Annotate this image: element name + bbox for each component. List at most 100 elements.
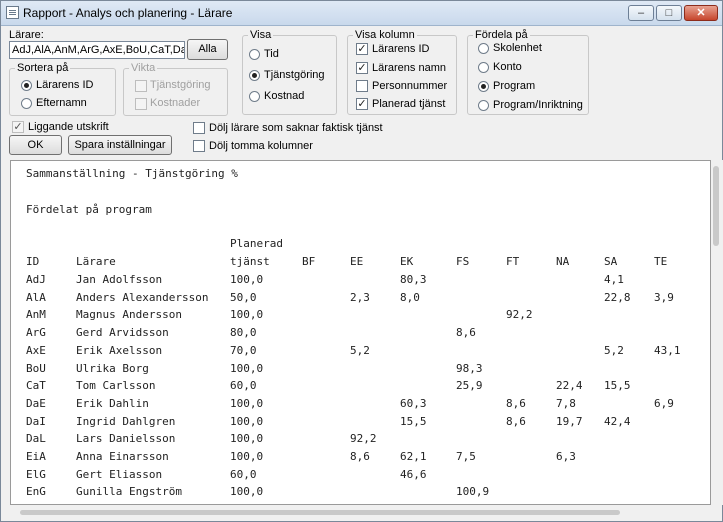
table-cell-ft: 8,6 xyxy=(506,396,526,410)
col-teacher-id-checkbox[interactable]: ✓ xyxy=(356,43,368,55)
minimize-button[interactable]: – xyxy=(628,5,654,21)
table-cell-fs: 7,5 xyxy=(456,450,476,463)
table-cell-id: DaE xyxy=(26,396,46,410)
table-cell-teacher: Gerd Arvidsson xyxy=(76,326,169,340)
window-title: Rapport - Analys och planering - Lärare xyxy=(23,6,233,20)
column-header-ft: FT xyxy=(506,255,520,268)
hide-teachers-checkbox[interactable] xyxy=(193,122,205,134)
table-cell-planned: 100,0 xyxy=(230,450,264,463)
show-service-radio[interactable] xyxy=(249,70,260,81)
distribute-program-track-radio[interactable] xyxy=(478,100,489,111)
table-cell-teacher: Erik Dahlin xyxy=(76,396,149,410)
table-cell-fs: 100,9 xyxy=(456,485,490,499)
landscape-label: Liggande utskrift xyxy=(28,121,109,133)
show-cost-radio[interactable] xyxy=(249,91,260,102)
column-header-fs: FS xyxy=(456,255,470,268)
table-cell-sa: 4,1 xyxy=(604,273,624,286)
table-cell-ft: 92,2 xyxy=(506,308,533,322)
table-cell-teacher: Gert Eliasson xyxy=(76,467,163,481)
report-view[interactable]: Sammanställning - Tjänstgöring % Fördela… xyxy=(10,160,711,505)
weight-group-title: Vikta xyxy=(129,62,158,74)
show-columns-group-title: Visa kolumn xyxy=(353,29,417,41)
table-cell-planned: 100,0 xyxy=(230,308,264,322)
table-cell-planned: 100,0 xyxy=(230,432,264,446)
table-cell-ee: 8,6 xyxy=(350,450,370,463)
col-teacher-name-checkbox[interactable]: ✓ xyxy=(356,62,368,74)
column-header-na: NA xyxy=(556,255,570,268)
column-header-te: TE xyxy=(654,255,668,268)
col-personal-number-label: Personnummer xyxy=(372,80,448,92)
table-cell-ee: 5,2 xyxy=(350,343,370,357)
table-cell-id: ArG xyxy=(26,326,46,340)
table-cell-teacher: Ingrid Dahlgren xyxy=(76,414,176,428)
table-cell-id: DaL xyxy=(26,432,46,446)
table-cell-id: AnM xyxy=(26,308,46,322)
report-title: Sammanställning - Tjänstgöring % xyxy=(26,167,238,180)
table-cell-teacher: Magnus Andersson xyxy=(76,308,182,322)
show-time-radio[interactable] xyxy=(249,49,260,60)
table-cell-fs: 98,3 xyxy=(456,361,483,375)
column-header-planned: tjänst xyxy=(230,255,270,268)
table-cell-ee: 2,3 xyxy=(350,290,370,304)
table-cell-fs: 25,9 xyxy=(456,379,483,393)
table-cell-teacher: Tom Carlsson xyxy=(76,379,156,393)
table-cell-planned: 100,0 xyxy=(230,485,264,499)
table-cell-id: AxE xyxy=(26,343,46,357)
larare-input[interactable]: AdJ,AlA,AnM,ArG,AxE,BoU,CaT,DaE,Da xyxy=(9,41,185,59)
sort-by-id-radio[interactable] xyxy=(21,80,32,91)
table-cell-id: DaI xyxy=(26,414,46,428)
close-button[interactable]: ✕ xyxy=(684,5,718,21)
show-time-label: Tid xyxy=(264,48,279,60)
vertical-scroll-thumb[interactable] xyxy=(713,166,719,246)
table-cell-na: 7,8 xyxy=(556,396,576,410)
horizontal-scrollbar[interactable] xyxy=(10,505,711,519)
col-personal-number-checkbox[interactable] xyxy=(356,80,368,92)
table-cell-teacher: Erik Axelsson xyxy=(76,343,163,357)
table-cell-sa: 42,4 xyxy=(604,414,631,428)
landscape-checkbox[interactable]: ✓ xyxy=(12,121,24,133)
larare-label: Lärare: xyxy=(9,29,44,41)
table-cell-ek: 62,1 xyxy=(400,450,427,463)
table-cell-planned: 80,0 xyxy=(230,326,257,340)
col-teacher-name-label: Lärarens namn xyxy=(372,62,446,74)
table-cell-teacher: Jan Adolfsson xyxy=(76,273,163,286)
col-planned-service-checkbox[interactable]: ✓ xyxy=(356,98,368,110)
weight-costs-checkbox[interactable] xyxy=(135,98,147,110)
title-bar[interactable]: Rapport - Analys och planering - Lärare … xyxy=(1,1,722,26)
table-cell-teacher: Ulrika Borg xyxy=(76,361,149,375)
distribute-account-radio[interactable] xyxy=(478,62,489,73)
column-header-teacher: Lärare xyxy=(76,255,116,268)
vertical-scrollbar[interactable] xyxy=(711,160,723,505)
ok-button[interactable]: OK xyxy=(9,135,62,155)
table-cell-na: 6,3 xyxy=(556,450,576,463)
distribute-school-label: Skolenhet xyxy=(493,42,542,54)
table-cell-fs: 8,6 xyxy=(456,326,476,340)
table-cell-ek: 60,3 xyxy=(400,396,427,410)
sort-by-lastname-label: Efternamn xyxy=(36,97,87,109)
table-cell-id: EiA xyxy=(26,450,46,463)
column-header-sa: SA xyxy=(604,255,618,268)
distribute-program-radio[interactable] xyxy=(478,81,489,92)
maximize-button[interactable]: □ xyxy=(656,5,682,21)
table-cell-ek: 80,3 xyxy=(400,273,427,286)
sort-group-title: Sortera på xyxy=(15,62,71,74)
table-cell-ek: 46,6 xyxy=(400,467,427,481)
sort-by-lastname-radio[interactable] xyxy=(21,98,32,109)
table-cell-te: 43,1 xyxy=(654,343,681,357)
horizontal-scroll-thumb[interactable] xyxy=(20,510,620,515)
table-cell-id: CaT xyxy=(26,379,46,393)
column-header-ee: EE xyxy=(350,255,364,268)
table-cell-id: AlA xyxy=(26,290,46,304)
table-cell-planned: 100,0 xyxy=(230,361,264,375)
weight-service-checkbox[interactable] xyxy=(135,80,147,92)
all-teachers-button[interactable]: Alla xyxy=(187,39,228,60)
header-planned: Planerad xyxy=(230,237,283,250)
table-cell-planned: 100,0 xyxy=(230,273,264,286)
hide-empty-columns-checkbox[interactable] xyxy=(193,140,205,152)
table-cell-ek: 15,5 xyxy=(400,414,427,428)
distribute-school-radio[interactable] xyxy=(478,43,489,54)
save-settings-button[interactable]: Spara inställningar xyxy=(68,135,172,155)
table-cell-id: EnG xyxy=(26,485,46,499)
col-teacher-id-label: Lärarens ID xyxy=(372,43,430,55)
table-cell-planned: 60,0 xyxy=(230,379,257,393)
